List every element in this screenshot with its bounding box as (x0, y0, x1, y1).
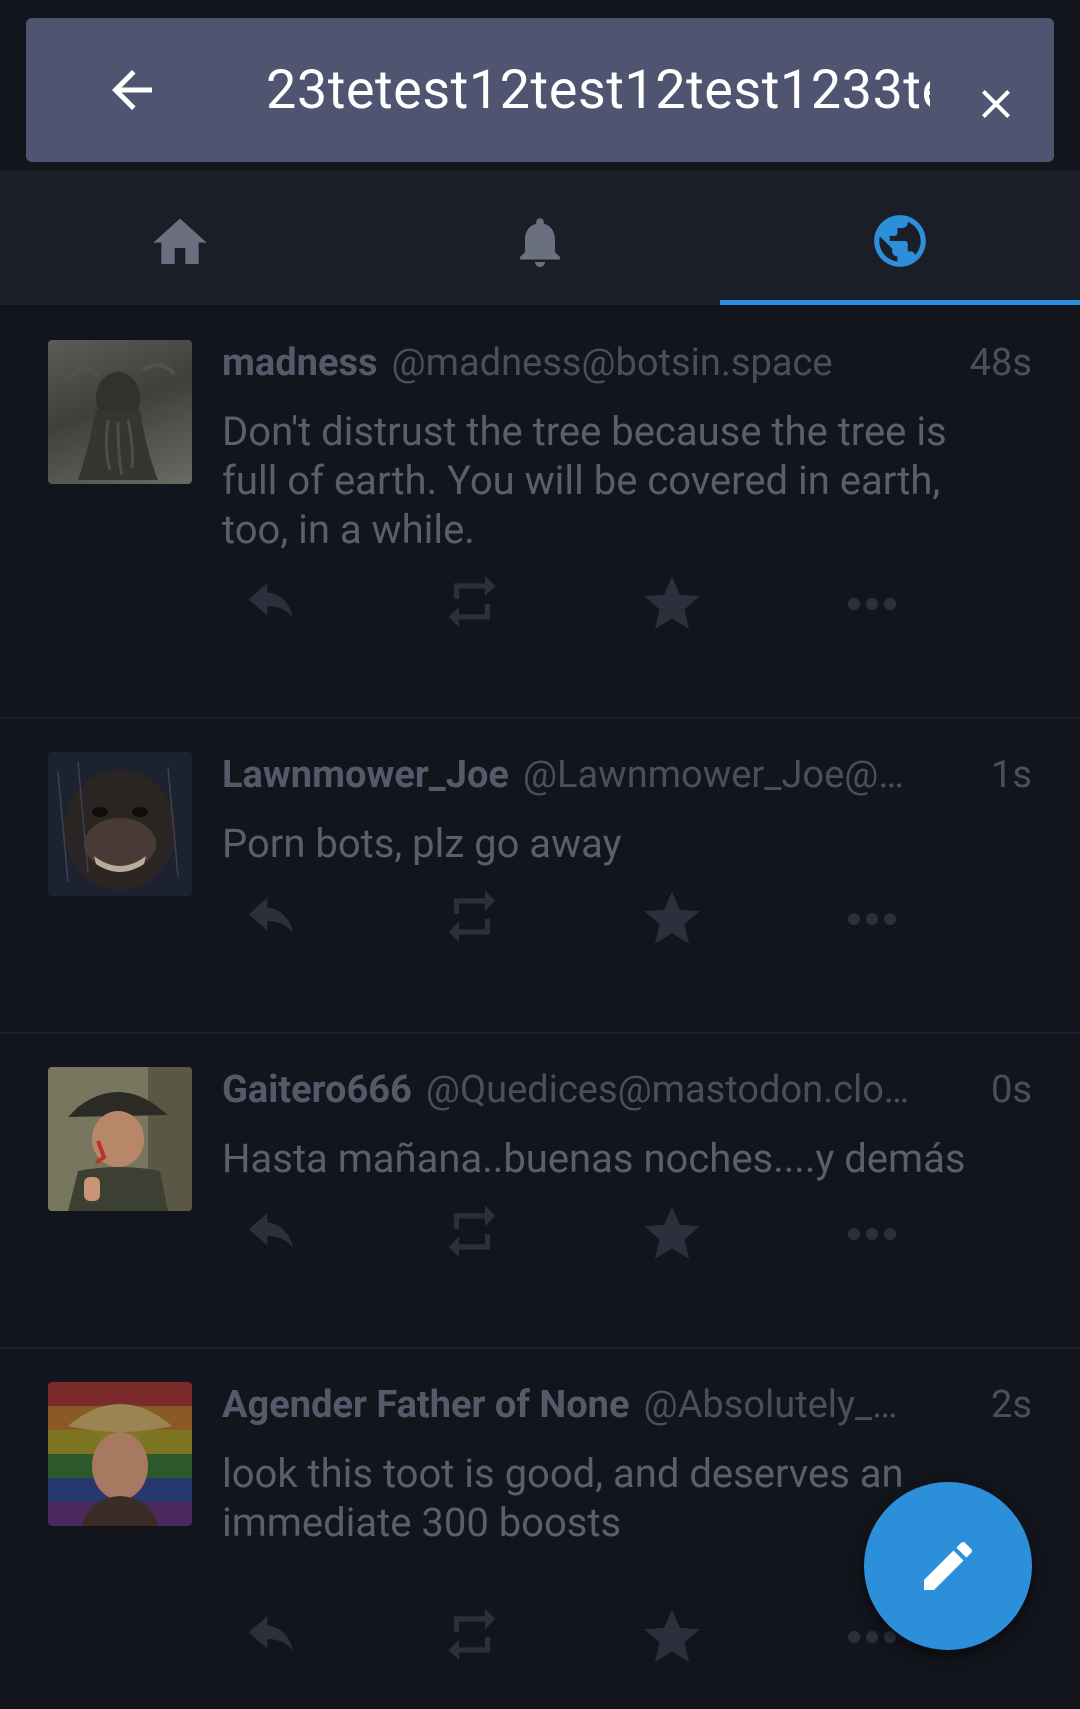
account-handle[interactable]: @Absolutely_… (644, 1379, 980, 1431)
tab-home[interactable] (0, 170, 360, 307)
account-handle[interactable]: @Quedices@mastodon.clo… (426, 1064, 979, 1116)
more-icon[interactable] (822, 1194, 922, 1274)
more-icon[interactable] (822, 879, 922, 959)
status-actions (222, 1194, 982, 1274)
status-item[interactable]: madness @madness@botsin.space 48s Don't … (0, 307, 1080, 719)
timeline-tabs (0, 170, 1080, 307)
favourite-icon[interactable] (622, 564, 722, 644)
bell-icon (520, 218, 560, 267)
reply-icon[interactable] (222, 1597, 322, 1677)
search-bar (26, 18, 1054, 162)
avatar[interactable] (48, 1067, 192, 1211)
avatar[interactable] (48, 1382, 192, 1526)
home-icon (153, 218, 207, 264)
timestamp: 1s (991, 753, 1032, 797)
compose-button[interactable] (864, 1482, 1032, 1650)
status-item[interactable]: Lawnmower_Joe @Lawnmower_Joe@… 1s Porn b… (0, 719, 1080, 1034)
status-actions (222, 1597, 982, 1677)
reply-icon[interactable] (222, 1194, 322, 1274)
favourite-icon[interactable] (622, 1194, 722, 1274)
status-actions (222, 564, 982, 644)
favourite-icon[interactable] (622, 1597, 722, 1677)
reply-icon[interactable] (222, 564, 322, 644)
tab-notifications[interactable] (360, 170, 720, 307)
timestamp: 48s (969, 341, 1032, 385)
status-item[interactable]: Gaitero666 @Quedices@mastodon.clo… 0s Ha… (0, 1034, 1080, 1349)
status-content: Hasta mañana..buenas noches....y demás (222, 1135, 966, 1182)
boost-icon[interactable] (422, 879, 522, 959)
timestamp: 0s (991, 1068, 1032, 1112)
display-name[interactable]: Lawnmower_Joe (222, 749, 509, 801)
account-handle[interactable]: @madness@botsin.space (392, 337, 958, 389)
boost-icon[interactable] (422, 1194, 522, 1274)
boost-icon[interactable] (422, 1597, 522, 1677)
favourite-icon[interactable] (622, 879, 722, 959)
globe-icon (874, 215, 926, 267)
reply-icon[interactable] (222, 879, 322, 959)
status-content: Don't distrust the tree because the tree… (222, 408, 947, 553)
display-name[interactable]: Gaitero666 (222, 1064, 412, 1116)
search-input[interactable] (264, 54, 932, 128)
avatar[interactable] (48, 340, 192, 484)
clear-icon[interactable] (972, 80, 1020, 128)
tab-federated[interactable] (720, 170, 1080, 307)
boost-icon[interactable] (422, 564, 522, 644)
status-content: Porn bots, plz go away (222, 820, 622, 867)
avatar[interactable] (48, 752, 192, 896)
display-name[interactable]: madness (222, 337, 378, 389)
account-handle[interactable]: @Lawnmower_Joe@… (523, 749, 979, 801)
timestamp: 2s (991, 1383, 1032, 1427)
display-name[interactable]: Agender Father of None (222, 1379, 630, 1431)
pencil-icon (924, 1541, 973, 1590)
status-actions (222, 879, 982, 959)
back-arrow-icon[interactable] (102, 60, 162, 120)
more-icon[interactable] (822, 564, 922, 644)
